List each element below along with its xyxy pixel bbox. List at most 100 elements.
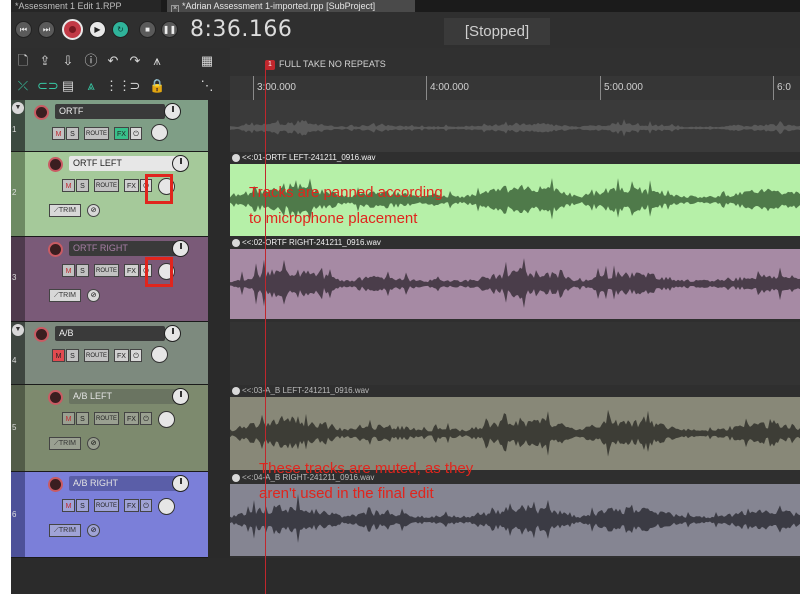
envelope-button[interactable]: ⊘ — [87, 204, 100, 217]
trim-button[interactable]: ⟋TRIM — [49, 437, 81, 450]
fx-bypass-icon[interactable]: ⏻ — [140, 499, 152, 512]
fx-bypass-icon[interactable]: ⏻ — [130, 127, 142, 140]
pan-knob[interactable] — [151, 346, 168, 363]
track-name[interactable]: ORTF RIGHT — [69, 241, 179, 256]
track-name[interactable]: ORTF — [55, 104, 165, 119]
trim-button[interactable]: ⟋TRIM — [49, 204, 81, 217]
fx-button[interactable]: FX — [124, 264, 139, 277]
project-tab-2[interactable]: × *Adrian Assessment 1-imported.rpp [SubP… — [167, 0, 415, 13]
solo-button[interactable]: S — [66, 127, 79, 140]
pause-button[interactable]: ❚❚ — [161, 21, 178, 38]
fx-button[interactable]: FX — [114, 127, 129, 140]
track-header-ab[interactable]: ▼ 4 A/B M S ROUTE FX ⏻ M — [11, 322, 230, 385]
route-button[interactable]: ROUTE — [94, 499, 119, 512]
loop-points-icon[interactable]: ⊃ — [127, 78, 143, 94]
repeat-toggle[interactable]: ↻ — [112, 21, 129, 38]
route-button[interactable]: ROUTE — [84, 349, 109, 362]
fx-button[interactable]: FX — [114, 349, 129, 362]
open-project-icon[interactable]: ⇪ — [37, 53, 53, 69]
mute-button[interactable]: M — [62, 412, 75, 425]
ripple-edit-icon[interactable]: ⤫ — [15, 78, 31, 94]
stop-button[interactable]: ■ — [139, 21, 156, 38]
grid-view-icon[interactable]: ▦ — [199, 53, 215, 69]
lock-icon[interactable]: 🔒 — [149, 78, 165, 94]
envelope-tool-icon[interactable]: ⋱ — [199, 78, 215, 94]
track-header-ab-left[interactable]: 5 A/B LEFT M S ROUTE FX ⏻ ⟋TRIM ⊘ M — [11, 385, 230, 472]
save-project-icon[interactable]: ⇩ — [60, 53, 76, 69]
project-tab-1[interactable]: *Assessment 1 Edit 1.RPP — [11, 0, 161, 12]
undo-icon[interactable]: ↶ — [105, 53, 121, 69]
envelope-button[interactable]: ⊘ — [87, 289, 100, 302]
record-arm-button[interactable] — [34, 105, 49, 120]
volume-knob[interactable] — [172, 155, 189, 172]
info-icon[interactable]: ⓘ — [83, 53, 99, 69]
project-marker[interactable]: 1 — [265, 60, 275, 70]
solo-button[interactable]: S — [76, 499, 89, 512]
mute-button[interactable]: M — [62, 179, 75, 192]
solo-button[interactable]: S — [76, 264, 89, 277]
track-name[interactable]: A/B RIGHT — [69, 476, 179, 491]
play-button[interactable]: ▶ — [89, 21, 106, 38]
media-item-ortf-right[interactable] — [230, 249, 800, 319]
track-header-ab-right[interactable]: 6 A/B RIGHT M S ROUTE FX ⏻ ⟋TRIM ⊘ M — [11, 472, 230, 558]
trim-button[interactable]: ⟋TRIM — [49, 289, 81, 302]
record-arm-button[interactable] — [48, 157, 63, 172]
track-header-ortf-right[interactable]: 3 ORTF RIGHT M S ROUTE FX ⏻ ⟋TRIM ⊘ — [11, 237, 230, 322]
volume-knob[interactable] — [172, 240, 189, 257]
fx-bypass-icon[interactable]: ⏻ — [140, 412, 152, 425]
folder-toggle-icon[interactable]: ▼ — [12, 324, 24, 336]
fx-bypass-icon[interactable]: ⏻ — [130, 349, 142, 362]
route-button[interactable]: ROUTE — [84, 127, 109, 140]
snap-grid-icon[interactable]: ▤ — [60, 78, 76, 94]
route-button[interactable]: ROUTE — [94, 179, 119, 192]
volume-knob[interactable] — [164, 325, 181, 342]
lane-ab[interactable] — [230, 322, 800, 385]
route-button[interactable]: ROUTE — [94, 412, 119, 425]
pan-knob[interactable] — [151, 124, 168, 141]
timeline-ruler[interactable]: 3:00.000 4:00.000 5:00.000 6:0 — [230, 76, 800, 100]
metronome-icon[interactable]: ⩚ — [149, 53, 165, 69]
lane-ortf[interactable] — [230, 100, 800, 152]
fx-button[interactable]: FX — [124, 179, 139, 192]
empty-arrange-area[interactable] — [230, 558, 800, 594]
item-grouping-icon[interactable]: ⊂⊃ — [37, 78, 59, 94]
envelope-button[interactable]: ⊘ — [87, 524, 100, 537]
mute-button[interactable]: M — [52, 127, 65, 140]
solo-button[interactable]: S — [76, 412, 89, 425]
folder-toggle-icon[interactable]: ▼ — [12, 102, 24, 114]
redo-icon[interactable]: ↷ — [127, 53, 143, 69]
edit-cursor[interactable] — [265, 62, 266, 594]
route-button[interactable]: ROUTE — [94, 264, 119, 277]
pan-knob[interactable] — [158, 498, 175, 515]
track-name[interactable]: ORTF LEFT — [69, 156, 179, 171]
track-name[interactable]: A/B LEFT — [69, 389, 179, 404]
fx-button[interactable]: FX — [124, 412, 139, 425]
snap-toggle-icon[interactable]: ⩓ — [83, 78, 99, 94]
record-button[interactable] — [62, 19, 83, 40]
go-to-end-icon[interactable]: ⏭ — [38, 21, 55, 38]
record-arm-button[interactable] — [48, 390, 63, 405]
pan-knob[interactable] — [158, 411, 175, 428]
mute-button[interactable]: M — [62, 264, 75, 277]
fx-button[interactable]: FX — [124, 499, 139, 512]
go-to-start-icon[interactable]: ⏮ — [15, 21, 32, 38]
record-arm-button[interactable] — [34, 327, 49, 342]
volume-knob[interactable] — [172, 388, 189, 405]
trim-button[interactable]: ⟋TRIM — [49, 524, 81, 537]
grid-lines-icon[interactable]: ⋮⋮ — [105, 78, 131, 94]
volume-knob[interactable] — [164, 103, 181, 120]
track-header-ortf-left[interactable]: 2 ORTF LEFT M S ROUTE FX ⏻ ⟋TRIM ⊘ — [11, 152, 230, 237]
solo-button[interactable]: S — [66, 349, 79, 362]
mute-button[interactable]: M — [52, 349, 65, 362]
track-name[interactable]: A/B — [55, 326, 165, 341]
mute-button[interactable]: M — [62, 499, 75, 512]
record-arm-button[interactable] — [48, 477, 63, 492]
lane-ab-left[interactable]: <<:03-A_B LEFT-241211_0916.wav — [230, 385, 800, 472]
record-arm-button[interactable] — [48, 242, 63, 257]
track-header-ortf[interactable]: ▼ 1 ORTF M S ROUTE FX ⏻ — [11, 100, 230, 152]
solo-button[interactable]: S — [76, 179, 89, 192]
new-project-icon[interactable]: 🗋 — [15, 53, 31, 69]
volume-knob[interactable] — [172, 475, 189, 492]
lane-ortf-right[interactable]: <<:02-ORTF RIGHT-241211_0916.wav — [230, 237, 800, 322]
envelope-button[interactable]: ⊘ — [87, 437, 100, 450]
